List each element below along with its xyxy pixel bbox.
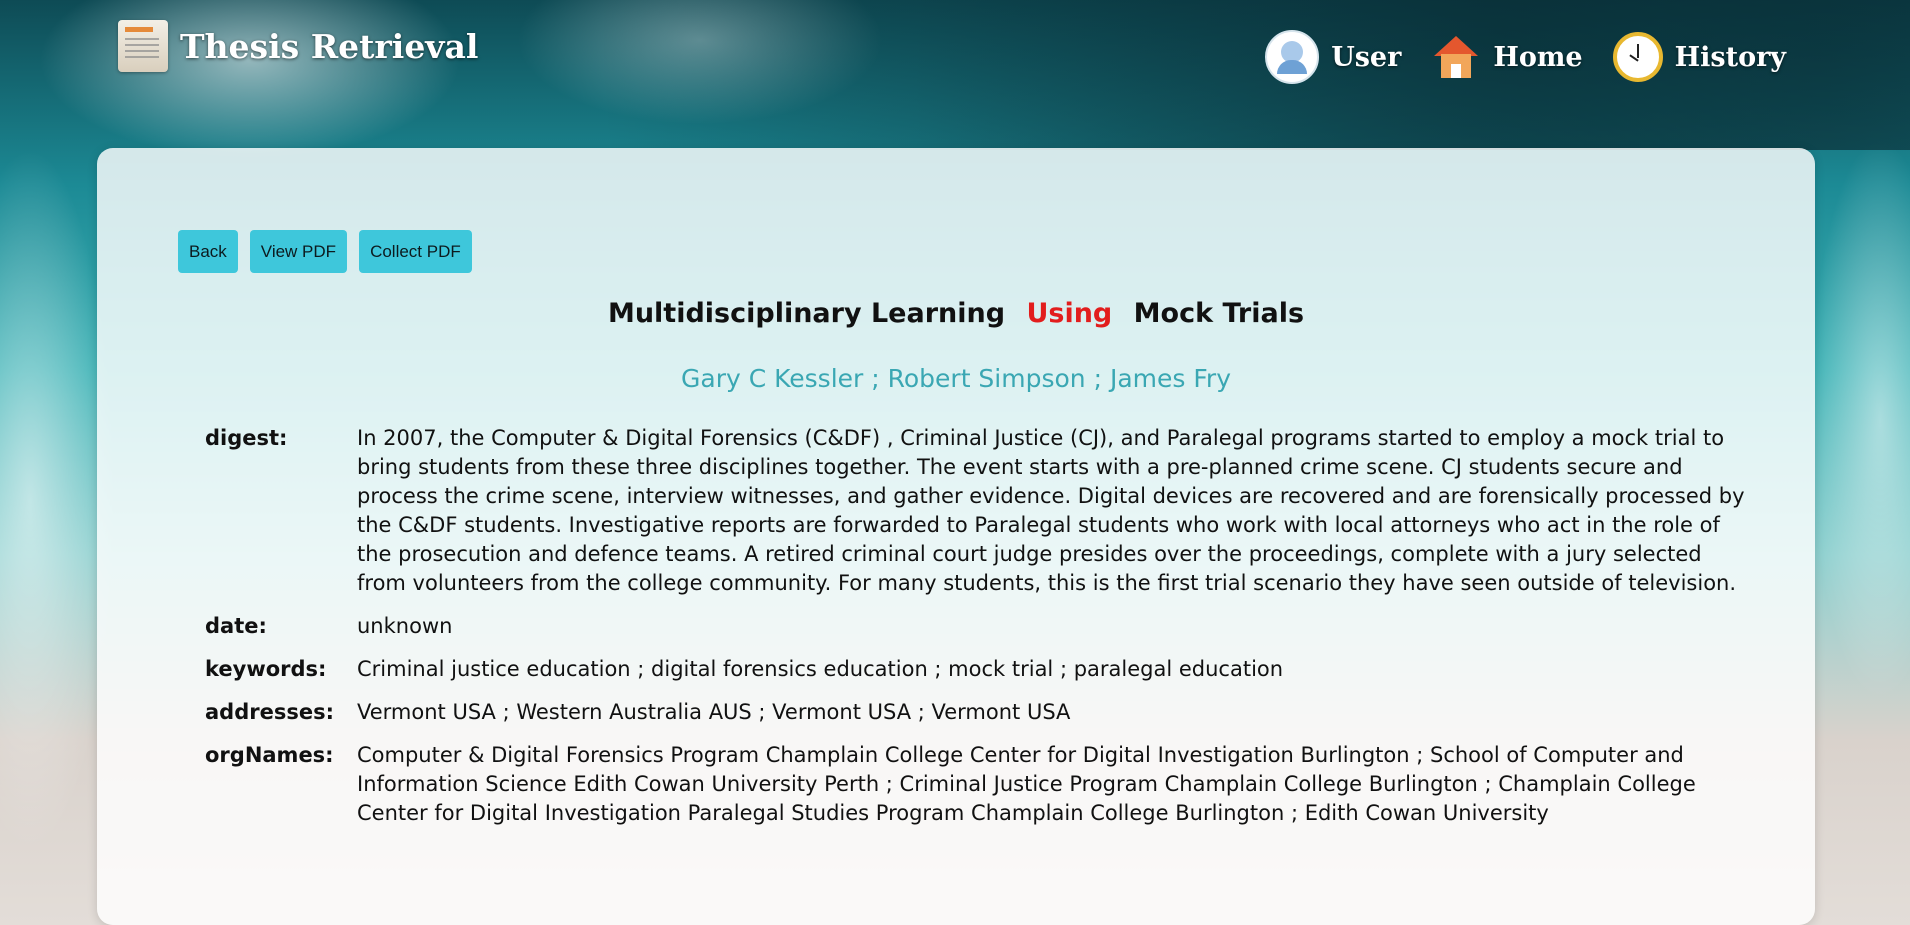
- nav-home-label: Home: [1493, 41, 1583, 73]
- clock-icon: [1612, 32, 1663, 82]
- back-button[interactable]: Back: [178, 230, 238, 273]
- brand[interactable]: Thesis Retrieval: [118, 18, 478, 74]
- field-value-keywords: Criminal justice education ; digital for…: [357, 657, 1284, 681]
- field-label-addresses: addresses:: [205, 700, 334, 724]
- field-digest: digest: In 2007, the Computer & Digital …: [205, 424, 1750, 598]
- nav-home[interactable]: Home: [1431, 32, 1583, 82]
- field-date: date: unknown: [205, 612, 1750, 641]
- paper-title-part2: Mock Trials: [1133, 298, 1305, 329]
- paper-fields: digest: In 2007, the Computer & Digital …: [205, 424, 1750, 842]
- nav-user[interactable]: User: [1265, 30, 1401, 84]
- document-logo-icon: [118, 20, 168, 72]
- field-label-digest: digest:: [205, 426, 288, 450]
- field-label-orgnames: orgNames:: [205, 743, 334, 767]
- paper-title: Multidisciplinary Learning Using Mock Tr…: [97, 298, 1815, 329]
- top-nav: User Home History: [1265, 30, 1786, 84]
- paper-detail-card: Back View PDF Collect PDF Multidisciplin…: [97, 148, 1815, 925]
- nav-user-label: User: [1331, 41, 1402, 73]
- view-pdf-button[interactable]: View PDF: [249, 230, 348, 273]
- nav-history-label: History: [1674, 41, 1786, 73]
- paper-authors: Gary C Kessler ; Robert Simpson ; James …: [681, 364, 1231, 393]
- field-orgnames: orgNames: Computer & Digital Forensics P…: [205, 741, 1750, 828]
- home-icon: [1431, 32, 1481, 82]
- field-keywords: keywords: Criminal justice education ; d…: [205, 655, 1750, 684]
- paper-title-highlight: Using: [1026, 298, 1113, 329]
- nav-history[interactable]: History: [1612, 32, 1786, 82]
- field-value-orgnames: Computer & Digital Forensics Program Cha…: [357, 743, 1696, 825]
- collect-pdf-button[interactable]: Collect PDF: [359, 230, 472, 273]
- field-value-date: unknown: [357, 614, 453, 638]
- field-value-digest: In 2007, the Computer & Digital Forensic…: [357, 426, 1745, 595]
- field-addresses: addresses: Vermont USA ; Western Austral…: [205, 698, 1750, 727]
- paper-title-part1: Multidisciplinary Learning: [607, 298, 1006, 329]
- brand-title: Thesis Retrieval: [180, 26, 479, 66]
- user-avatar-icon: [1265, 30, 1320, 84]
- field-value-addresses: Vermont USA ; Western Australia AUS ; Ve…: [357, 700, 1071, 724]
- action-buttons: Back View PDF Collect PDF: [178, 230, 472, 273]
- field-label-keywords: keywords:: [205, 657, 327, 681]
- field-label-date: date:: [205, 614, 267, 638]
